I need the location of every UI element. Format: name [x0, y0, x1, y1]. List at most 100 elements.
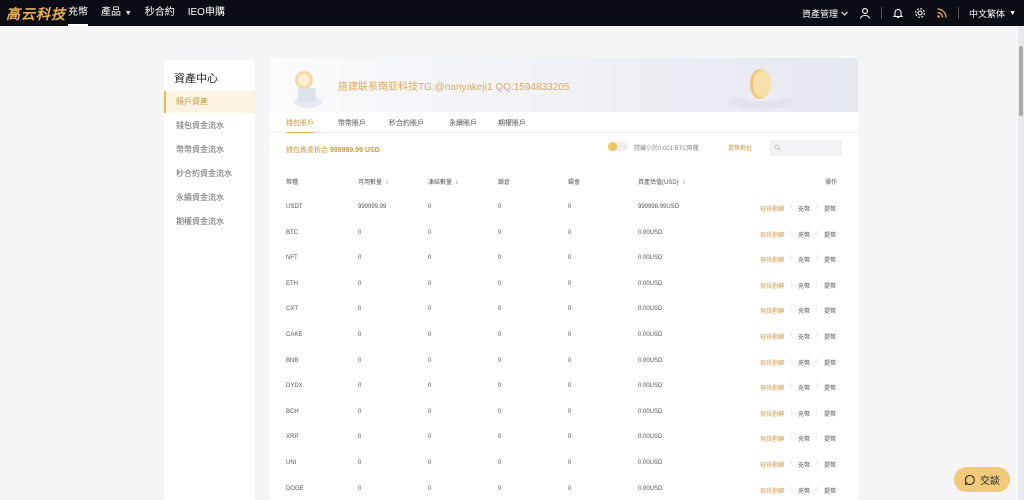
divider [881, 7, 883, 19]
action-divider: | [816, 306, 818, 313]
page-scrollbar[interactable] [1018, 26, 1024, 500]
transfer-button[interactable]: 現貨劃轉 [760, 306, 784, 315]
cell-pledge: 0 [568, 434, 572, 441]
transfer-button[interactable]: 現貨劃轉 [760, 358, 784, 367]
action-divider: | [791, 255, 793, 262]
user-button[interactable] [859, 7, 871, 19]
deposit-button[interactable]: 充幣 [798, 486, 810, 495]
deposit-button[interactable]: 充幣 [798, 306, 810, 315]
nav-item-label: 產品 [101, 7, 121, 18]
main-nav: 充幣 產品 ▼ 秒合約 IEO申購 [68, 0, 238, 26]
language-selector[interactable]: 中文繁体 ▼ [969, 7, 1016, 20]
cell-available: 0 [358, 229, 362, 236]
deposit-button[interactable]: 充幣 [798, 332, 810, 341]
sidebar-item-second-contract-flow[interactable]: 秒合約資金流水 [164, 163, 255, 185]
chat-button[interactable]: 交談 [954, 467, 1010, 492]
transfer-button[interactable]: 現貨劃轉 [760, 255, 784, 264]
asset-management-menu[interactable]: 資產管理 [802, 7, 849, 20]
deposit-button[interactable]: 充幣 [798, 434, 810, 443]
withdraw-button[interactable]: 提幣 [824, 281, 836, 290]
action-divider: | [791, 357, 793, 364]
transfer-button[interactable]: 現貨劃轉 [760, 383, 784, 392]
nav-item-deposit[interactable]: 充幣 [68, 0, 88, 26]
banner-text: 搭建联系南亚科技TG:@nanyakeji1 QQ:1594833205 [338, 82, 570, 93]
sort-icon: ⇕ [385, 180, 390, 186]
coin-illustration-icon [728, 69, 796, 109]
sidebar-item-wallet-flow[interactable]: 錢包資金流水 [164, 115, 255, 137]
action-divider: | [791, 204, 793, 210]
transfer-button[interactable]: 現貨劃轉 [760, 332, 784, 341]
sidebar-item-perpetual-flow[interactable]: 永續資金流水 [164, 187, 255, 209]
deposit-button[interactable]: 充幣 [798, 358, 810, 367]
withdraw-button[interactable]: 提幣 [824, 434, 836, 443]
brand-logo[interactable]: 高云科技 [6, 4, 66, 23]
scrollbar-thumb[interactable] [1019, 46, 1023, 116]
col-header-available[interactable]: 可用數量 ⇕ [358, 177, 389, 186]
deposit-button[interactable]: 充幣 [798, 281, 810, 290]
deposit-button[interactable]: 充幣 [798, 460, 810, 469]
withdraw-button[interactable]: 提幣 [824, 460, 836, 469]
withdraw-button[interactable]: 提幣 [824, 255, 836, 264]
settings-button[interactable] [914, 7, 926, 19]
withdraw-button[interactable]: 提幣 [824, 204, 836, 213]
sidebar-item-account-assets[interactable]: 賬戶資產 [164, 91, 255, 113]
sidebar-item-coin-flow[interactable]: 幣幣資金流水 [164, 139, 255, 161]
cell-available: 0 [358, 408, 362, 415]
notifications-button[interactable] [892, 7, 904, 19]
action-divider: | [816, 332, 818, 338]
withdraw-button[interactable]: 提幣 [824, 332, 836, 341]
cell-locked: 0 [498, 383, 502, 390]
topbar-right: 資產管理 中文繁体 ▼ [792, 0, 1016, 26]
cell-frozen: 0 [428, 332, 432, 338]
deposit-button[interactable]: 充幣 [798, 383, 810, 392]
transfer-button[interactable]: 現貨劃轉 [760, 460, 784, 469]
transfer-button[interactable]: 現貨劃轉 [760, 486, 784, 495]
cell-available: 0 [358, 485, 362, 492]
withdraw-button[interactable]: 提幣 [824, 409, 836, 418]
withdraw-button[interactable]: 提幣 [824, 358, 836, 367]
withdraw-button[interactable]: 提幣 [824, 383, 836, 392]
cell-frozen: 0 [428, 383, 432, 390]
deposit-button[interactable]: 充幣 [798, 204, 810, 213]
cell-valuation: 0.00USD [638, 229, 663, 236]
nav-item-ieo[interactable]: IEO申購 [188, 0, 225, 26]
transfer-button[interactable]: 現貨劃轉 [760, 204, 784, 213]
coin-search[interactable] [770, 140, 842, 156]
transfer-button[interactable]: 現貨劃轉 [760, 434, 784, 443]
table-row: CAKE 0 0 0 0 0.00USD 現貨劃轉 | 充幣 | 提幣 [270, 324, 858, 350]
wallet-total: 錢包資產折合 999999.99 USD [286, 145, 380, 155]
transfer-button[interactable]: 現貨劃轉 [760, 409, 784, 418]
nav-item-second-contract[interactable]: 秒合約 [145, 0, 175, 26]
withdraw-button[interactable]: 提幣 [824, 230, 836, 239]
sidebar-item-options-flow[interactable]: 期權資金流水 [164, 211, 255, 233]
rss-icon [937, 8, 947, 18]
action-divider: | [791, 383, 793, 390]
tab-second-contract-account[interactable]: 秒合約賬戶 [389, 118, 424, 128]
wallet-total-label: 錢包資產折合 [286, 147, 328, 154]
asset-management-label: 資產管理 [802, 8, 839, 19]
cell-available: 0 [358, 255, 362, 262]
transfer-button[interactable]: 現貨劃轉 [760, 230, 784, 239]
search-input[interactable] [781, 141, 839, 155]
tab-options-account[interactable]: 期權賬戶 [498, 118, 526, 128]
tab-coin-account[interactable]: 幣幣賬戶 [338, 118, 366, 128]
tab-wallet-account[interactable]: 錢包賬戶 [286, 118, 314, 133]
transfer-button[interactable]: 現貨劃轉 [760, 281, 784, 290]
cell-coin: BNB [286, 357, 299, 364]
withdraw-button[interactable]: 提幣 [824, 306, 836, 315]
nav-item-products[interactable]: 產品 ▼ [101, 0, 132, 26]
cell-available: 0 [358, 434, 362, 441]
deposit-button[interactable]: 充幣 [798, 255, 810, 264]
cell-pledge: 0 [568, 204, 572, 210]
hide-small-toggle[interactable] [608, 142, 628, 151]
col-header-frozen[interactable]: 凍結數量 ⇕ [428, 177, 459, 186]
col-header-valuation[interactable]: 資產估值(USD) ⇕ [638, 177, 686, 186]
deposit-button[interactable]: 充幣 [798, 230, 810, 239]
deposit-button[interactable]: 充幣 [798, 409, 810, 418]
cell-coin: XRP [286, 434, 299, 441]
withdraw-button[interactable]: 提幣 [824, 486, 836, 495]
tab-perpetual-account[interactable]: 永續賬戶 [449, 118, 477, 128]
rss-button[interactable] [936, 7, 948, 19]
table-row: DOGE 0 0 0 0 0.00USD 現貨劃轉 | 充幣 | 提幣 [270, 478, 858, 500]
withdraw-address-link[interactable]: 提幣地址 [728, 143, 752, 152]
